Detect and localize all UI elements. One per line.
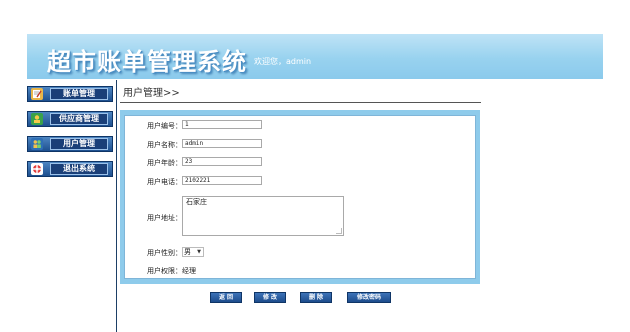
- sidebar-divider: [116, 80, 117, 332]
- lifebuoy-icon: [31, 163, 43, 175]
- user-code-label: 用户编号：: [147, 122, 182, 130]
- user-phone-field[interactable]: 2102221: [182, 176, 262, 185]
- chevron-down-icon: ▼: [197, 249, 201, 255]
- back-button[interactable]: 返 回: [210, 292, 242, 303]
- user-address-label: 用户地址：: [147, 214, 182, 222]
- page-title: 用户管理>>: [123, 88, 180, 99]
- user-age-label: 用户年龄：: [147, 159, 182, 167]
- supplier-icon: [31, 113, 43, 125]
- sidebar-item-suppliers[interactable]: 供应商管理: [27, 111, 113, 127]
- user-age-field[interactable]: 23: [182, 157, 262, 166]
- sidebar-nav: 账单管理 供应商管理 用户管理 退出系统: [27, 86, 113, 186]
- app-title: 超市账单管理系统: [47, 48, 247, 76]
- header-banner: 超市账单管理系统 欢迎您，admin: [27, 34, 603, 79]
- user-phone-label: 用户电话：: [147, 178, 182, 186]
- user-form: 用户编号： 1 用户名称： admin 用户年龄： 23 用户电话： 21022…: [124, 115, 476, 279]
- user-role-label: 用户权限：: [147, 267, 182, 275]
- sidebar-item-label: 用户管理: [50, 138, 108, 150]
- user-form-panel: 用户编号： 1 用户名称： admin 用户年龄： 23 用户电话： 21022…: [120, 110, 480, 284]
- resize-grip-icon[interactable]: [336, 228, 342, 234]
- sidebar-item-label: 供应商管理: [50, 113, 108, 125]
- sidebar-item-label: 账单管理: [50, 88, 108, 100]
- user-address-value: 石家庄: [186, 198, 207, 206]
- sidebar-item-users[interactable]: 用户管理: [27, 136, 113, 152]
- gender-select[interactable]: 男 ▼: [182, 247, 204, 257]
- user-gender-label: 用户性别：: [147, 249, 182, 257]
- delete-button[interactable]: 删 除: [300, 292, 332, 303]
- note-edit-icon: [31, 88, 43, 100]
- user-name-label: 用户名称：: [147, 141, 182, 149]
- sidebar-item-label: 退出系统: [50, 163, 108, 175]
- user-name-field[interactable]: admin: [182, 139, 262, 148]
- sidebar-item-bills[interactable]: 账单管理: [27, 86, 113, 102]
- gender-selected-value: 男: [184, 248, 191, 256]
- title-underline: [120, 102, 481, 103]
- modify-button[interactable]: 修 改: [254, 292, 286, 303]
- welcome-text: 欢迎您，admin: [254, 57, 312, 66]
- user-code-field[interactable]: 1: [182, 120, 262, 129]
- user-address-textarea[interactable]: 石家庄: [182, 196, 344, 236]
- change-password-button[interactable]: 修改密码: [347, 292, 391, 303]
- users-icon: [31, 138, 43, 150]
- user-role-value: 经理: [182, 267, 196, 275]
- sidebar-item-logout[interactable]: 退出系统: [27, 161, 113, 177]
